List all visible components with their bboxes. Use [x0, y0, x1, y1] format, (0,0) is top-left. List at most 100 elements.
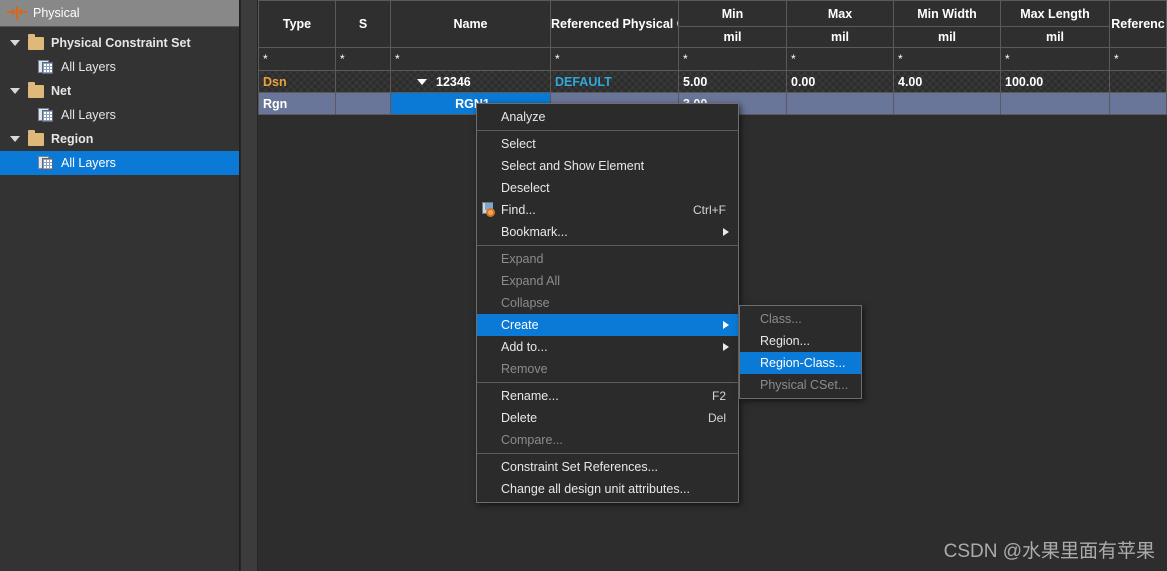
- cell-type[interactable]: Dsn: [258, 70, 336, 93]
- chevron-right-icon: [723, 228, 729, 236]
- filter-cell[interactable]: *: [1000, 47, 1110, 71]
- cell-max_length[interactable]: [1000, 92, 1110, 115]
- chevron-down-icon[interactable]: [10, 136, 20, 142]
- column-header-referenced-physical-cset[interactable]: Referenced Physical CSet: [550, 0, 679, 48]
- column-header-name[interactable]: Name: [390, 0, 551, 48]
- cell-cset[interactable]: DEFAULT: [550, 70, 679, 93]
- menu-item-change-all-design-unit-attributes[interactable]: Change all design unit attributes...: [477, 478, 738, 500]
- filter-cell[interactable]: *: [390, 47, 551, 71]
- cell-name[interactable]: 12346: [390, 70, 551, 93]
- menu-item-shortcut: F2: [711, 389, 726, 403]
- cell-min_width[interactable]: [893, 92, 1001, 115]
- submenu-item-region[interactable]: Region...: [740, 330, 861, 352]
- submenu-item-label: Region...: [760, 334, 811, 348]
- menu-item-label: Expand: [501, 252, 544, 266]
- folder-icon: [28, 129, 44, 146]
- menu-item-label: Deselect: [501, 181, 550, 195]
- table-head: TypeSNameReferenced Physical CSetMinMaxM…: [258, 0, 1167, 48]
- column-header-type[interactable]: Type: [258, 0, 336, 48]
- menu-item-label: Collapse: [501, 296, 550, 310]
- physical-tree-panel: Physical Physical Constraint Set All Laye…: [0, 0, 240, 571]
- dock-pin-icon[interactable]: [6, 6, 28, 20]
- panel-splitter[interactable]: [240, 0, 258, 571]
- menu-separator: [477, 245, 738, 246]
- tree-item-region[interactable]: Region: [0, 127, 239, 151]
- menu-item-label: Constraint Set References...: [501, 460, 659, 474]
- column-header-min-width[interactable]: Min Width: [893, 0, 1001, 27]
- column-unit-max-length: mil: [1000, 26, 1110, 48]
- column-header-max[interactable]: Max: [786, 0, 894, 27]
- column-header-max-length[interactable]: Max Length: [1000, 0, 1110, 27]
- tree-item-label: All Layers: [61, 156, 116, 170]
- folder-icon: [28, 81, 44, 98]
- menu-item-select[interactable]: Select: [477, 133, 738, 155]
- filter-cell[interactable]: *: [550, 47, 679, 71]
- filter-row[interactable]: * * * * * * * * *: [258, 47, 1167, 71]
- panel-header: Physical: [0, 0, 239, 27]
- menu-item-label: Find...: [501, 203, 536, 217]
- filter-cell[interactable]: *: [786, 47, 894, 71]
- menu-item-find[interactable]: Find... Ctrl+F: [477, 199, 738, 221]
- cell-max[interactable]: 0.00: [786, 70, 894, 93]
- tree-item-label: Physical Constraint Set: [51, 36, 191, 50]
- menu-item-label: Compare...: [501, 433, 563, 447]
- folder-icon: [28, 33, 44, 50]
- layers-grid-icon: [38, 155, 54, 171]
- cell-max[interactable]: [786, 92, 894, 115]
- filter-cell[interactable]: *: [1109, 47, 1167, 71]
- menu-separator: [477, 130, 738, 131]
- menu-item-create[interactable]: Create: [477, 314, 738, 336]
- cell-max_length[interactable]: 100.00: [1000, 70, 1110, 93]
- submenu-item-physical-cset: Physical CSet...: [740, 374, 861, 396]
- column-header-referenc[interactable]: Referenc: [1109, 0, 1167, 48]
- menu-item-label: Remove: [501, 362, 548, 376]
- column-unit-max: mil: [786, 26, 894, 48]
- cell-ref[interactable]: [1109, 70, 1167, 93]
- create-submenu[interactable]: Class... Region... Region-Class... Physical…: [739, 305, 862, 399]
- cell-s[interactable]: [335, 70, 391, 93]
- application-window: Physical Physical Constraint Set All Laye…: [0, 0, 1167, 571]
- menu-item-select-and-show-element[interactable]: Select and Show Element: [477, 155, 738, 177]
- menu-item-analyze[interactable]: Analyze: [477, 106, 738, 128]
- submenu-item-region-class[interactable]: Region-Class...: [740, 352, 861, 374]
- menu-item-delete[interactable]: Delete Del: [477, 407, 738, 429]
- filter-cell[interactable]: *: [258, 47, 336, 71]
- cell-type[interactable]: Rgn: [258, 92, 336, 115]
- menu-separator: [477, 453, 738, 454]
- filter-cell[interactable]: *: [335, 47, 391, 71]
- row-expand-icon[interactable]: [417, 78, 427, 85]
- tree-item-all-layers[interactable]: All Layers: [0, 55, 239, 79]
- tree-item-all-layers[interactable]: All Layers: [0, 151, 239, 175]
- layers-grid-icon: [38, 59, 54, 75]
- filter-cell[interactable]: *: [893, 47, 1001, 71]
- menu-separator: [477, 382, 738, 383]
- table-row[interactable]: Dsn 12346 DEFAULT 5.00 0.00 4.00 100.00: [258, 70, 1167, 93]
- menu-item-add-to[interactable]: Add to...: [477, 336, 738, 358]
- chevron-right-icon: [723, 321, 729, 329]
- tree-item-net[interactable]: Net: [0, 79, 239, 103]
- find-icon: [481, 202, 497, 218]
- submenu-item-label: Class...: [760, 312, 802, 326]
- menu-item-deselect[interactable]: Deselect: [477, 177, 738, 199]
- menu-item-rename[interactable]: Rename... F2: [477, 385, 738, 407]
- context-menu[interactable]: Analyze Select Select and Show Element Dese…: [476, 103, 739, 503]
- cell-min_width[interactable]: 4.00: [893, 70, 1001, 93]
- tree-item-all-layers[interactable]: All Layers: [0, 103, 239, 127]
- tree-item-physical-constraint-set[interactable]: Physical Constraint Set: [0, 31, 239, 55]
- column-header-s[interactable]: S: [335, 0, 391, 48]
- menu-item-shortcut: Ctrl+F: [693, 203, 726, 217]
- menu-item-bookmark[interactable]: Bookmark...: [477, 221, 738, 243]
- column-header-min[interactable]: Min: [678, 0, 787, 27]
- menu-item-constraint-set-references[interactable]: Constraint Set References...: [477, 456, 738, 478]
- menu-item-label: Select: [501, 137, 536, 151]
- cell-s[interactable]: [335, 92, 391, 115]
- tree-item-label: All Layers: [61, 60, 116, 74]
- cell-min[interactable]: 5.00: [678, 70, 787, 93]
- menu-item-label: Change all design unit attributes...: [501, 482, 691, 496]
- chevron-down-icon[interactable]: [10, 88, 20, 94]
- filter-cell[interactable]: *: [678, 47, 787, 71]
- menu-item-label: Select and Show Element: [501, 159, 645, 173]
- chevron-down-icon[interactable]: [10, 40, 20, 46]
- menu-item-label: Delete: [501, 411, 538, 425]
- cell-ref[interactable]: [1109, 92, 1167, 115]
